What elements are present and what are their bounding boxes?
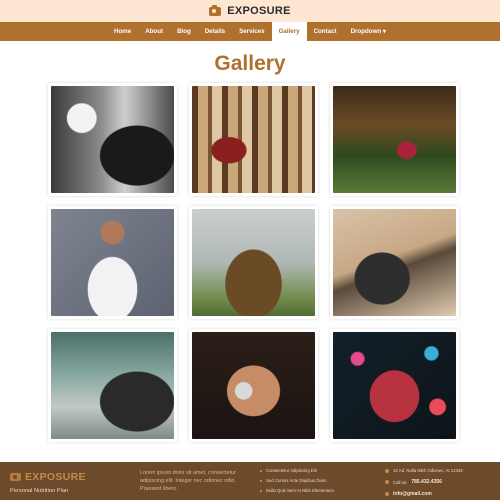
- footer-brand-name: EXPOSURE: [25, 471, 86, 483]
- footer: EXPOSURE Personal Nutrition Plan Lorem i…: [0, 462, 500, 500]
- gallery-photo[interactable]: [189, 83, 318, 196]
- gallery-photo[interactable]: [48, 83, 177, 196]
- nav-item-blog[interactable]: Blog: [170, 22, 198, 41]
- photo-image: [192, 209, 315, 316]
- photo-image: [51, 209, 174, 316]
- camera-icon: [209, 4, 222, 16]
- photo-image: [192, 332, 315, 439]
- gallery-photo[interactable]: [330, 329, 459, 442]
- brand-name: EXPOSURE: [227, 5, 291, 17]
- photo-image: [51, 332, 174, 439]
- footer-links: Consectetur Adipiscing Elit Sed Cursus A…: [260, 468, 334, 498]
- gallery-photo[interactable]: [189, 329, 318, 442]
- gallery-grid: [48, 83, 460, 443]
- phone-icon: [385, 480, 389, 484]
- photo-image: [51, 86, 174, 193]
- nav-item-dropdown[interactable]: Dropdown ▾: [344, 22, 393, 41]
- brand-logo[interactable]: EXPOSURE: [209, 4, 291, 17]
- bullet-icon: [260, 469, 262, 472]
- gallery-photo[interactable]: [330, 83, 459, 196]
- photo-image: [192, 86, 315, 193]
- gallery-photo[interactable]: [330, 206, 459, 319]
- footer-tagline: Personal Nutrition Plan: [10, 488, 69, 494]
- nav-item-home[interactable]: Home: [107, 22, 138, 41]
- nav-item-details[interactable]: Details: [198, 22, 232, 41]
- nav-item-contact[interactable]: Contact: [307, 22, 344, 41]
- gallery-photo[interactable]: [189, 206, 318, 319]
- photo-image: [333, 209, 456, 316]
- nav-item-services[interactable]: Services: [232, 22, 271, 41]
- contact-address: 12 Ad. Nulla Nibh Odionec, At 12345: [385, 468, 463, 473]
- footer-contact: 12 Ad. Nulla Nibh Odionec, At 12345 Call…: [385, 468, 463, 500]
- footer-link[interactable]: Consectetur Adipiscing Elit: [260, 468, 334, 473]
- location-icon: [385, 468, 389, 473]
- footer-logo[interactable]: EXPOSURE: [10, 471, 86, 483]
- gallery-photo[interactable]: [48, 329, 177, 442]
- page-title: Gallery: [214, 52, 286, 75]
- nav-item-gallery[interactable]: Gallery: [271, 22, 307, 41]
- main-nav: Home About Blog Details Services Gallery…: [0, 22, 500, 41]
- photo-image: [333, 332, 456, 439]
- camera-icon: [10, 473, 21, 481]
- footer-description: Lorem ipsum dolor sit amet, consectetur …: [140, 470, 236, 492]
- nav-item-about[interactable]: About: [138, 22, 170, 41]
- footer-link[interactable]: Sed Cursus Ante Dapibus Diam: [260, 478, 334, 483]
- top-bar: EXPOSURE: [0, 0, 500, 22]
- contact-email[interactable]: info@gmail.com: [385, 491, 463, 497]
- contact-phone[interactable]: Call us: 785.432.4356: [385, 479, 463, 485]
- email-icon: [385, 492, 389, 496]
- bullet-icon: [260, 489, 262, 492]
- bullet-icon: [260, 479, 262, 482]
- photo-image: [333, 86, 456, 193]
- gallery-photo[interactable]: [48, 206, 177, 319]
- footer-link[interactable]: Nulla Quis Sem At Nibh Elementum: [260, 488, 334, 493]
